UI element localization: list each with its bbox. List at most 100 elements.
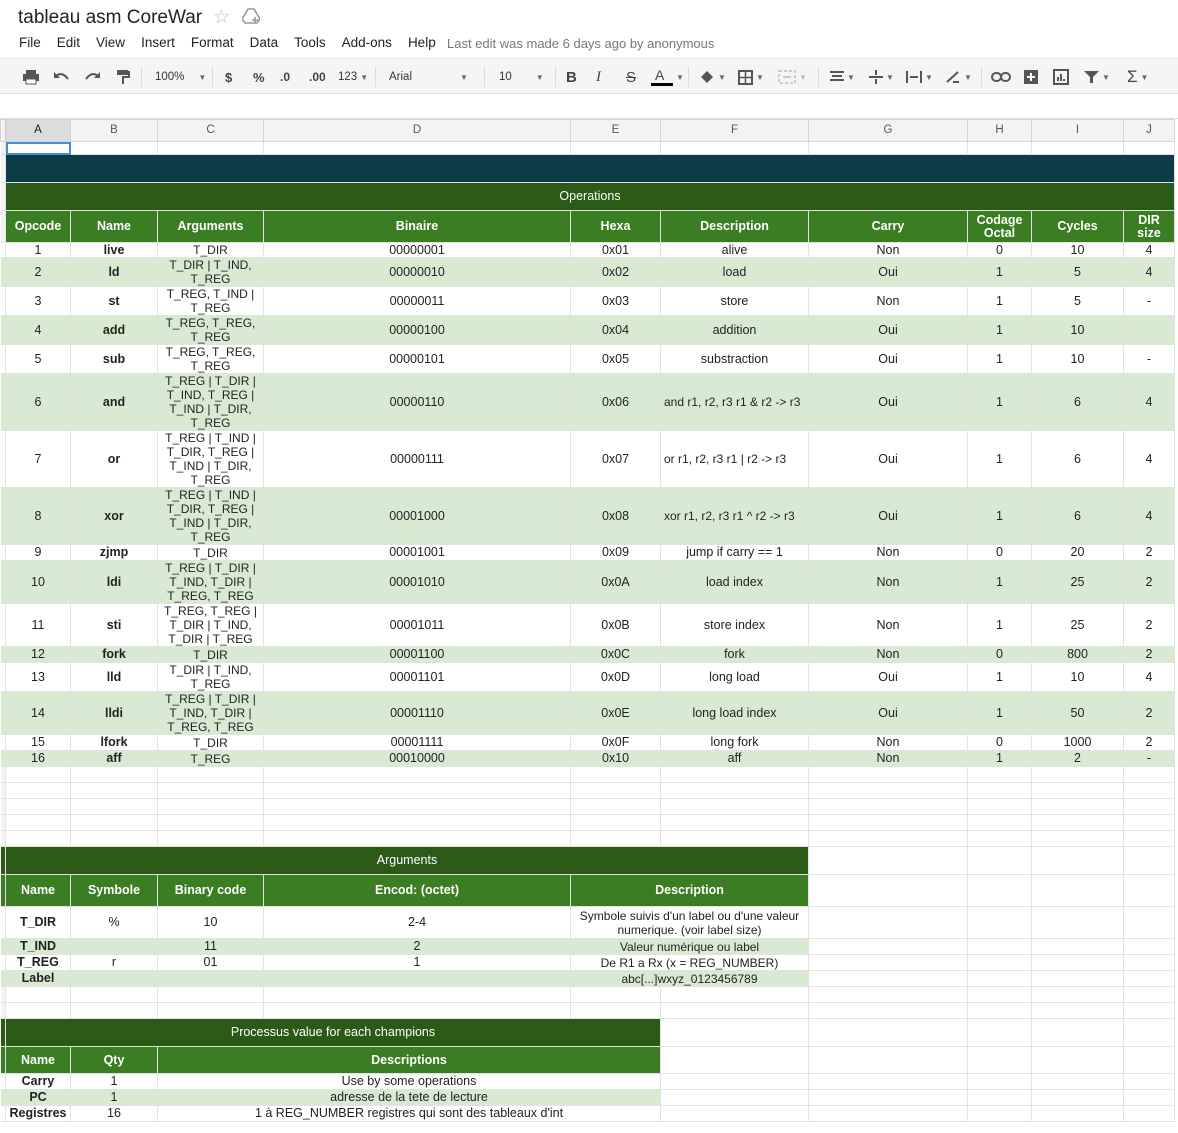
cell[interactable] (660, 814, 809, 831)
cell-hexa[interactable]: 0x09 (570, 544, 661, 561)
redo-icon[interactable] (84, 59, 101, 95)
cell[interactable] (70, 814, 158, 831)
cell-name[interactable]: add (70, 315, 158, 345)
cell[interactable] (967, 1046, 1032, 1074)
cell-arg-name[interactable]: T_DIR (5, 906, 71, 939)
cell-carry[interactable]: Non (808, 560, 968, 604)
cell-description[interactable]: or r1, r2, r3 r1 | r2 -> r3 (660, 430, 809, 488)
cell-name[interactable]: lfork (70, 734, 158, 751)
cell[interactable] (967, 814, 1032, 831)
cell[interactable] (660, 1002, 809, 1019)
cell[interactable] (808, 1018, 968, 1047)
cell[interactable] (1123, 938, 1175, 955)
cell-carry[interactable]: Non (808, 750, 968, 767)
cell[interactable] (660, 766, 809, 783)
cell-cycles[interactable]: 2 (1031, 750, 1124, 767)
cell[interactable] (5, 986, 71, 1003)
menu-view[interactable]: View (96, 35, 125, 50)
cell[interactable] (808, 141, 968, 155)
cell[interactable] (263, 1002, 571, 1019)
cell[interactable] (808, 766, 968, 783)
cell[interactable] (808, 874, 968, 907)
cell-description[interactable]: alive (660, 242, 809, 258)
cell[interactable] (157, 814, 264, 831)
percent-format-button[interactable]: % (253, 59, 265, 95)
cell-arguments[interactable]: T_DIR (157, 544, 264, 561)
column-header-c[interactable]: C (157, 119, 264, 142)
text-color-icon[interactable]: A ▼ (651, 59, 684, 95)
column-header-f[interactable]: F (660, 119, 809, 142)
column-header-a[interactable]: A (5, 119, 71, 142)
cell-carry[interactable]: Non (808, 242, 968, 258)
cell[interactable] (70, 798, 158, 815)
cell[interactable] (1031, 766, 1124, 783)
cell-carry[interactable]: Oui (808, 344, 968, 374)
arg-header-encod[interactable]: Encod: (octet) (263, 874, 571, 907)
undo-icon[interactable] (53, 59, 70, 95)
header-hexa[interactable]: Hexa (570, 210, 661, 243)
text-rotation-icon[interactable]: ▼ (945, 59, 972, 95)
cell[interactable] (808, 830, 968, 847)
cell[interactable] (967, 1105, 1032, 1122)
cell[interactable] (157, 986, 264, 1003)
cell[interactable] (570, 814, 661, 831)
cell[interactable] (570, 1002, 661, 1019)
cell-arg-binary-code[interactable]: 11 (157, 938, 264, 955)
cell[interactable] (1123, 874, 1175, 907)
cell[interactable] (808, 938, 968, 955)
cell-cycles[interactable]: 800 (1031, 646, 1124, 663)
cell-arg-binary-code[interactable] (157, 970, 264, 987)
cell-name[interactable]: sub (70, 344, 158, 374)
cell[interactable] (1031, 986, 1124, 1003)
cell[interactable] (1123, 846, 1175, 875)
cell[interactable] (5, 766, 71, 783)
cell-description[interactable]: and r1, r2, r3 r1 & r2 -> r3 (660, 373, 809, 431)
cell-codage-octal[interactable]: 1 (967, 257, 1032, 287)
cell-hexa[interactable]: 0x04 (570, 315, 661, 345)
cell-hexa[interactable]: 0x05 (570, 344, 661, 374)
cell-cycles[interactable]: 25 (1031, 603, 1124, 647)
cell-name[interactable]: or (70, 430, 158, 488)
cell-arguments[interactable]: T_REG, T_IND | T_REG (157, 286, 264, 316)
cell-dir-size[interactable]: - (1123, 750, 1175, 767)
print-icon[interactable] (22, 59, 40, 95)
arg-header-name[interactable]: Name (5, 874, 71, 907)
cell[interactable] (1031, 1105, 1124, 1122)
cell-description[interactable]: addition (660, 315, 809, 345)
cell-carry[interactable]: Non (808, 734, 968, 751)
cell-dir-size[interactable]: 2 (1123, 560, 1175, 604)
cell[interactable] (5, 798, 71, 815)
cell-dir-size[interactable]: - (1123, 344, 1175, 374)
cell-arguments[interactable]: T_REG | T_DIR | T_IND, T_DIR | T_REG, T_… (157, 560, 264, 604)
cell-binaire[interactable]: 00000011 (263, 286, 571, 316)
cell-dir-size[interactable]: 2 (1123, 544, 1175, 561)
cell-hexa[interactable]: 0x0E (570, 691, 661, 735)
cell-hexa[interactable]: 0x06 (570, 373, 661, 431)
cell-arg-encod[interactable]: 1 (263, 954, 571, 971)
cell[interactable] (157, 798, 264, 815)
cell-description[interactable]: substraction (660, 344, 809, 374)
cell-proc-qty[interactable]: 1 (70, 1089, 158, 1106)
zoom-select[interactable]: 100% ▼ (155, 59, 206, 95)
cell-carry[interactable]: Non (808, 603, 968, 647)
cell[interactable] (967, 782, 1032, 799)
cell-name[interactable]: zjmp (70, 544, 158, 561)
cell-opcode[interactable]: 16 (5, 750, 71, 767)
cell[interactable] (660, 986, 809, 1003)
cell-name[interactable]: xor (70, 487, 158, 545)
column-header-e[interactable]: E (570, 119, 661, 142)
cell-hexa[interactable]: 0x03 (570, 286, 661, 316)
cell-hexa[interactable]: 0x0C (570, 646, 661, 663)
menu-insert[interactable]: Insert (141, 35, 175, 50)
more-formats-select[interactable]: 123 ▼ (338, 59, 368, 95)
menu-addons[interactable]: Add-ons (342, 35, 392, 50)
cell[interactable] (808, 1046, 968, 1074)
cell-description[interactable]: jump if carry == 1 (660, 544, 809, 561)
cell[interactable] (570, 986, 661, 1003)
cell[interactable] (1031, 874, 1124, 907)
functions-icon[interactable]: Σ ▼ (1127, 59, 1148, 95)
cell[interactable] (263, 814, 571, 831)
cell-name[interactable]: aff (70, 750, 158, 767)
cell[interactable] (1123, 830, 1175, 847)
cell[interactable] (1123, 782, 1175, 799)
